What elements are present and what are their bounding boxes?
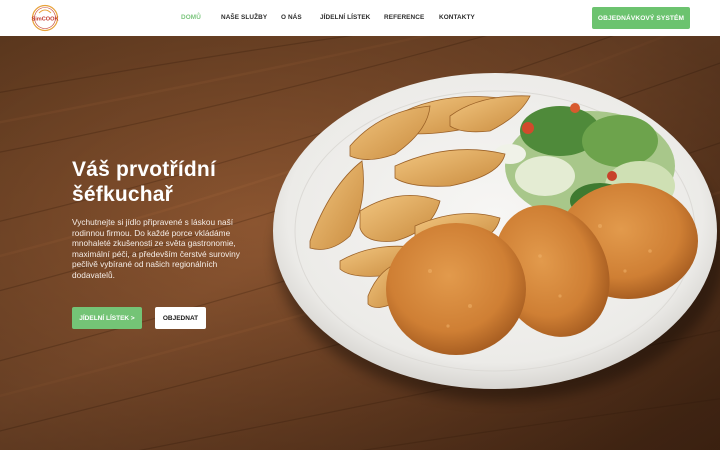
nav-item-contacts[interactable]: KONTAKTY [439,14,475,21]
hero-description: Vychutnejte si jídlo připravené s láskou… [72,217,240,280]
nav-item-about[interactable]: O NÁS [281,14,302,21]
nav-item-home[interactable]: DOMŮ [181,14,201,21]
order-system-button[interactable]: OBJEDNÁVKOVÝ SYSTÉM [592,7,690,29]
order-button[interactable]: OBJEDNAT [155,307,206,329]
hero-title: Váš prvotřídní šéfkuchař [72,158,216,206]
nav-item-services[interactable]: NAŠE SLUŽBY [221,14,267,21]
nav-item-menu[interactable]: JÍDELNÍ LÍSTEK [320,14,370,21]
hero-text-block: Váš prvotřídní šéfkuchař Vychutnejte si … [72,157,272,280]
site-header: SimCOOK DOMŮ NAŠE SLUŽBY O NÁS JÍDELNÍ L… [0,0,720,36]
hero-section: Váš prvotřídní šéfkuchař Vychutnejte si … [0,36,720,450]
nav-item-references[interactable]: REFERENCE [384,14,424,21]
menu-button[interactable]: JÍDELNÍ LÍSTEK > [72,307,142,329]
